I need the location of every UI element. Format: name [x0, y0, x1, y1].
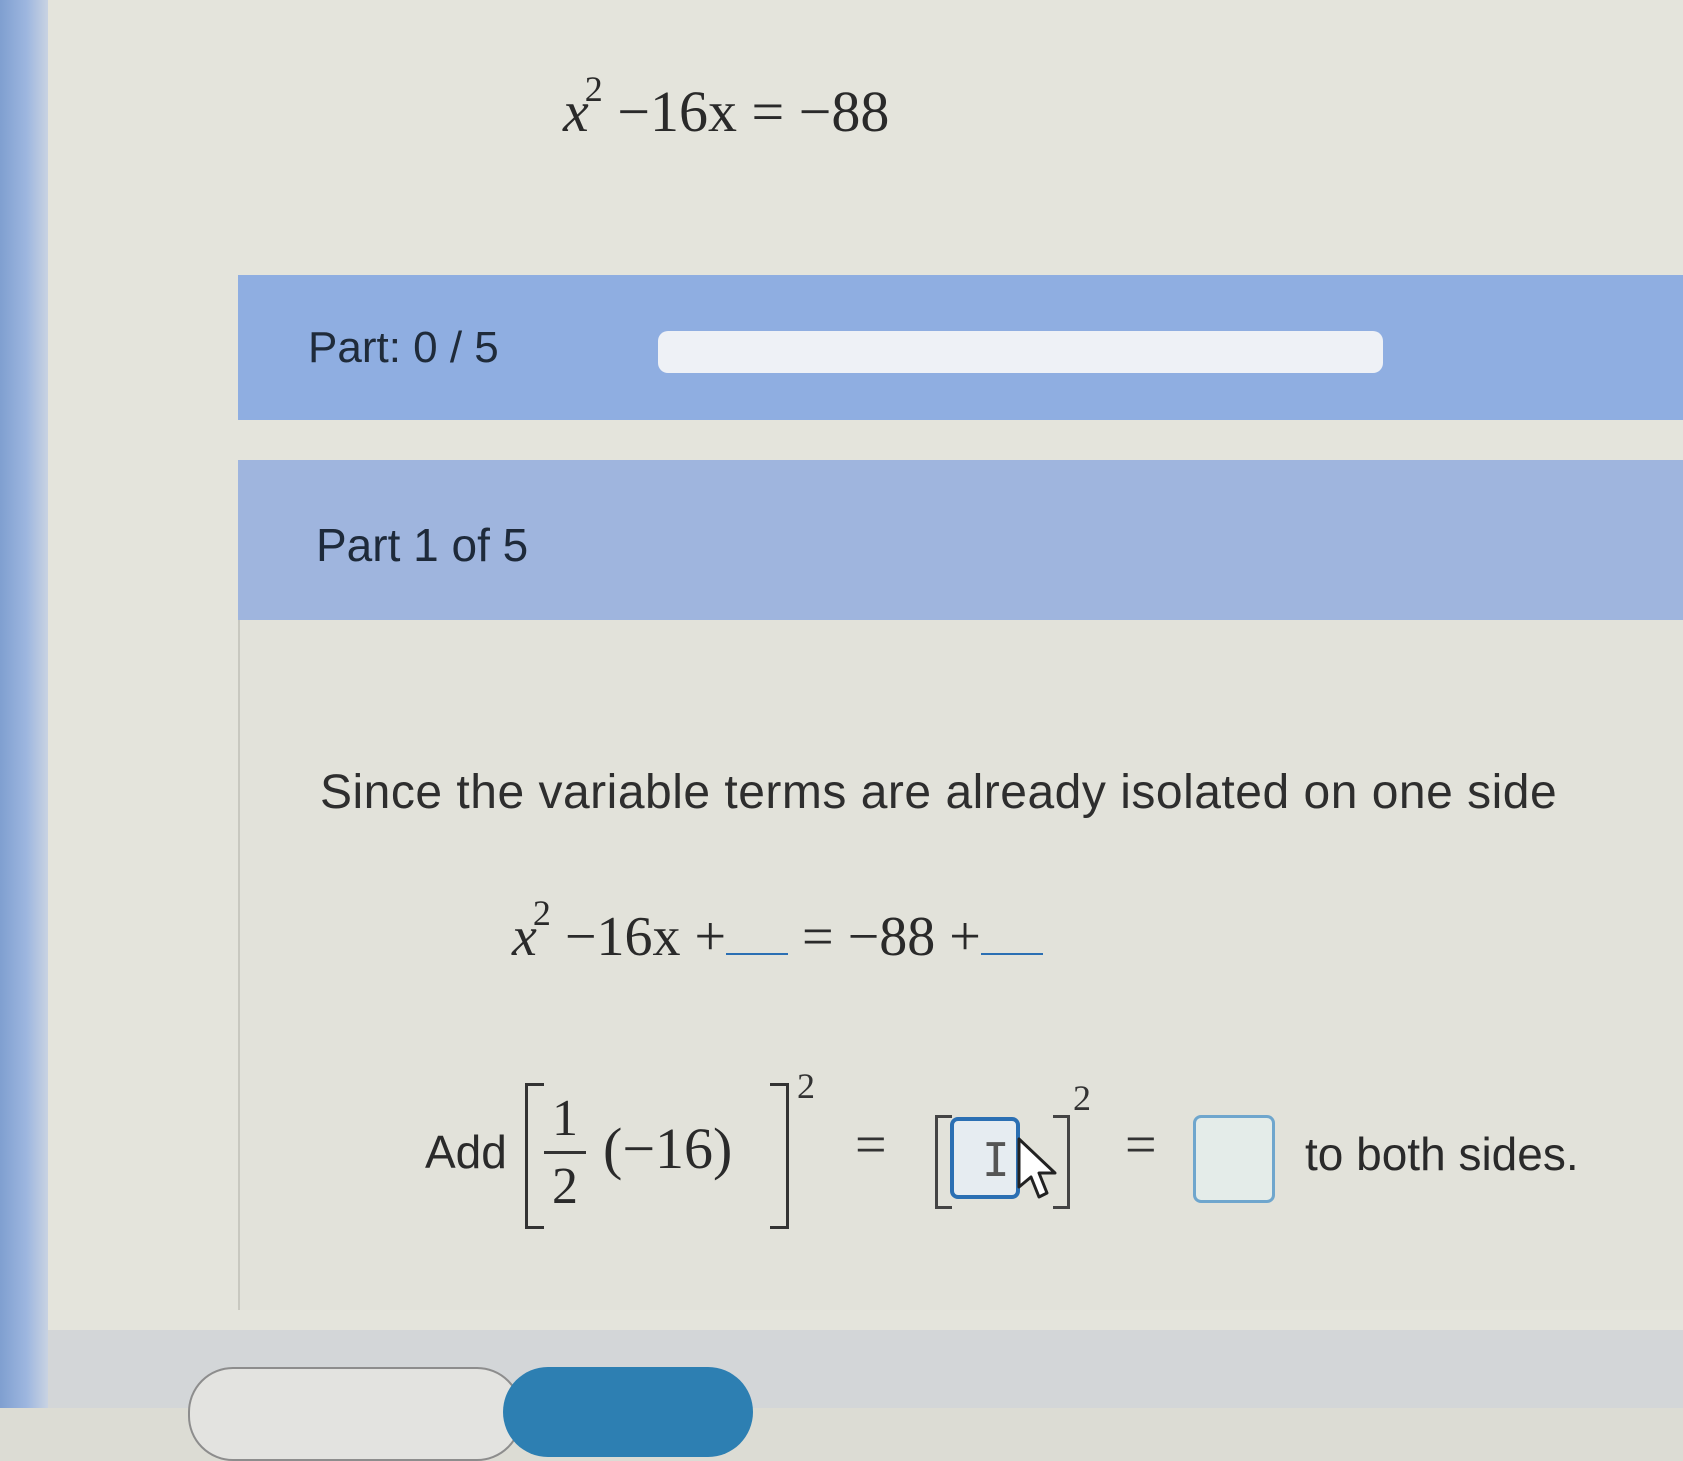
fraction-line — [544, 1151, 586, 1154]
equation-rest: −16x = −88 — [617, 79, 890, 144]
square-value-input[interactable] — [1193, 1115, 1275, 1203]
equation-exponent: 2 — [584, 69, 603, 109]
inner-right-bracket — [1053, 1115, 1070, 1209]
fraction-one-half: 1 2 — [540, 1089, 590, 1218]
right-bracket — [770, 1083, 789, 1229]
progress-track — [658, 331, 1383, 373]
left-edge-stripe — [0, 0, 48, 1408]
eq2-middle: −16x + — [564, 906, 727, 968]
eq2-rhs: = −88 + — [802, 906, 981, 968]
eq2-blank-right — [980, 913, 1043, 955]
secondary-button[interactable] — [188, 1367, 522, 1461]
bottom-action-bar — [48, 1330, 1683, 1461]
text-cursor-icon: I — [982, 1133, 1010, 1187]
add-label: Add — [425, 1126, 507, 1178]
add-step-row: Add 1 2 (−16) 2 = I 2 = to both sides. — [425, 1066, 1683, 1229]
half-coefficient-input[interactable]: I — [950, 1117, 1020, 1199]
fraction-denominator: 2 — [552, 1158, 578, 1215]
problem-equation: x2 −16x = −88 — [563, 69, 890, 145]
eq2-exponent: 2 — [532, 893, 551, 933]
completing-square-equation: x2 −16x + = −88 + — [512, 893, 1043, 969]
coefficient-paren: (−16) — [603, 1116, 733, 1181]
equals-sign-1: = — [855, 1114, 887, 1176]
inner-exponent: 2 — [1073, 1078, 1091, 1118]
part-progress-label: Part: 0 / 5 — [308, 323, 499, 372]
primary-button[interactable] — [503, 1367, 753, 1457]
part-section-title: Part 1 of 5 — [316, 519, 529, 571]
eq2-blank-left — [726, 913, 789, 955]
instruction-text: Since the variable terms are already iso… — [320, 766, 1558, 819]
bracket-exponent: 2 — [797, 1066, 815, 1106]
part-section-header: Part 1 of 5 — [238, 460, 1683, 620]
to-both-sides-text: to both sides. — [1305, 1128, 1579, 1180]
fraction-numerator: 1 — [552, 1090, 578, 1147]
problem-page: x2 −16x = −88 Part: 0 / 5 Part 1 of 5 Si… — [48, 0, 1683, 1330]
equals-sign-2: = — [1125, 1114, 1157, 1176]
part-progress-bar: Part: 0 / 5 — [238, 275, 1683, 420]
part-content: Since the variable terms are already iso… — [238, 620, 1683, 1310]
